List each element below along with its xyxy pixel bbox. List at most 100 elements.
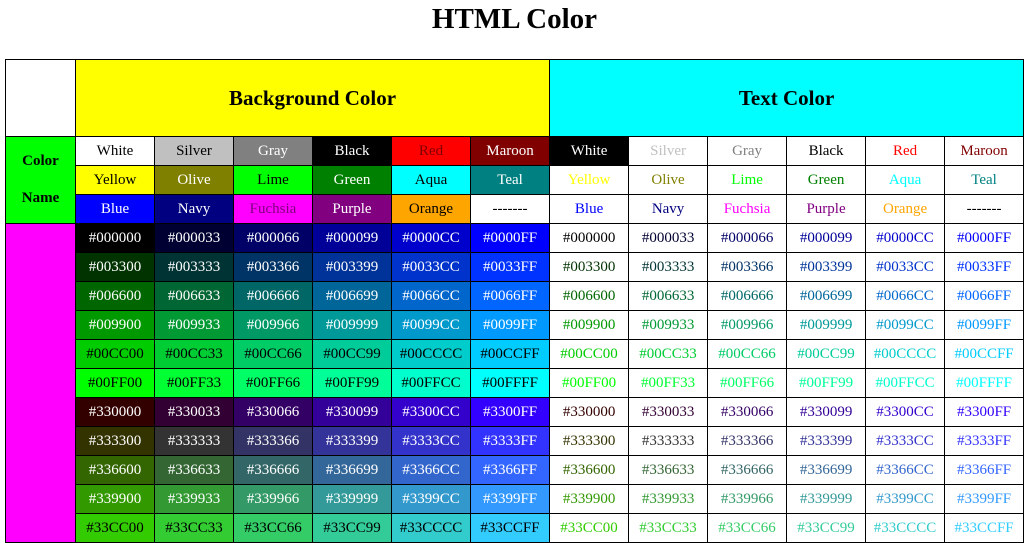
text-hex-color-cell: #00CC99 <box>786 339 867 369</box>
bg-hex-color-cell: #00CC00 <box>75 339 155 369</box>
bg-hex-color-cell: #0033FF <box>469 252 551 282</box>
text-hex-color-cell: #333366 <box>707 426 788 456</box>
text-hex-color-cell: #330066 <box>707 397 788 427</box>
text-hex-color-cell: #33CC00 <box>549 513 630 543</box>
bg-hex-color-cell: #00FFFF <box>469 368 551 398</box>
bg-named-color-cell: ------- <box>469 194 551 224</box>
text-named-color-cell: Orange <box>865 194 946 224</box>
text-named-color-cell: Yellow <box>549 165 630 195</box>
bg-hex-color-cell: #336600 <box>75 455 155 485</box>
bg-hex-color-cell: #006666 <box>233 281 313 311</box>
bg-hex-color-cell: #000033 <box>154 223 234 253</box>
text-hex-color-cell: #33CC33 <box>628 513 709 543</box>
text-named-color-cell: ------- <box>944 194 1025 224</box>
color-name-label: Color Name <box>5 136 76 224</box>
bg-named-color-cell: Black <box>312 136 392 166</box>
text-named-color-cell: Aqua <box>865 165 946 195</box>
text-hex-color-cell: #009999 <box>786 310 867 340</box>
background-color-header: Background Color <box>74 59 551 137</box>
bg-hex-color-cell: #330066 <box>233 397 313 427</box>
text-hex-color-cell: #33CC99 <box>786 513 867 543</box>
hex-color-row: #330000 #330033 #330066 #330099 #3300CC #3300… <box>6 397 1025 427</box>
text-hex-color-cell: #339933 <box>628 484 709 514</box>
bg-hex-color-cell: #009933 <box>154 310 234 340</box>
text-named-color-cell: Black <box>786 136 867 166</box>
text-named-color-cell: Fuchsia <box>707 194 788 224</box>
text-hex-color-cell: #0099FF <box>944 310 1025 340</box>
text-hex-color-cell: #33CCFF <box>944 513 1025 543</box>
text-hex-color-cell: #330033 <box>628 397 709 427</box>
text-hex-color-cell: #0033CC <box>865 252 946 282</box>
text-hex-color-cell: #336600 <box>549 455 630 485</box>
bg-named-color-cell: Olive <box>154 165 234 195</box>
text-named-color-cell: Maroon <box>944 136 1025 166</box>
named-color-row: Blue Navy Fuchsia Purple Orange ------- Blue Na… <box>6 194 1025 224</box>
text-hex-color-cell: #00CC66 <box>707 339 788 369</box>
bg-hex-color-cell: #33CC66 <box>233 513 313 543</box>
bg-named-color-cell: Fuchsia <box>233 194 313 224</box>
bg-hex-color-cell: #336666 <box>233 455 313 485</box>
bg-named-color-cell: Orange <box>391 194 471 224</box>
bg-named-color-cell: Maroon <box>469 136 551 166</box>
bg-hex-color-cell: #00FFCC <box>391 368 471 398</box>
text-hex-color-cell: #00FFFF <box>944 368 1025 398</box>
bg-hex-color-cell: #009999 <box>312 310 392 340</box>
color-name-label-line2: Name <box>21 190 60 206</box>
text-hex-color-cell: #330000 <box>549 397 630 427</box>
hex-color-row: #336600 #336633 #336666 #336699 #3366CC #3366… <box>6 455 1025 485</box>
bg-hex-color-cell: #33CCFF <box>469 513 551 543</box>
bg-hex-color-cell: #00CCFF <box>469 339 551 369</box>
text-named-color-cell: Gray <box>707 136 788 166</box>
bg-hex-color-cell: #00CCCC <box>391 339 471 369</box>
bg-hex-color-cell: #339966 <box>233 484 313 514</box>
text-hex-color-cell: #009900 <box>549 310 630 340</box>
bg-hex-color-cell: #0099CC <box>391 310 471 340</box>
text-hex-color-cell: #00CC33 <box>628 339 709 369</box>
text-hex-color-cell: #333399 <box>786 426 867 456</box>
bg-hex-color-cell: #333333 <box>154 426 234 456</box>
side-color-block <box>5 223 76 543</box>
text-hex-color-cell: #003366 <box>707 252 788 282</box>
text-named-color-cell: Lime <box>707 165 788 195</box>
text-hex-color-cell: #003399 <box>786 252 867 282</box>
hex-color-row: #00FF00 #00FF33 #00FF66 #00FF99 #00FFCC #00FF… <box>6 368 1025 398</box>
text-named-color-cell: Teal <box>944 165 1025 195</box>
bg-hex-color-cell: #3366CC <box>391 455 471 485</box>
bg-hex-color-cell: #333300 <box>75 426 155 456</box>
bg-hex-color-cell: #339933 <box>154 484 234 514</box>
bg-named-color-cell: Aqua <box>391 165 471 195</box>
bg-hex-color-cell: #33CC33 <box>154 513 234 543</box>
bg-hex-color-cell: #330033 <box>154 397 234 427</box>
hex-color-row: #33CC00 #33CC33 #33CC66 #33CC99 #33CCCC #33CC… <box>6 513 1025 543</box>
text-hex-color-cell: #00CC00 <box>549 339 630 369</box>
hex-color-row: #003300 #003333 #003366 #003399 #0033CC #0033… <box>6 252 1025 282</box>
hex-color-row: #333300 #333333 #333366 #333399 #3333CC #3333… <box>6 426 1025 456</box>
bg-hex-color-cell: #339900 <box>75 484 155 514</box>
page-title: HTML Color <box>431 3 598 35</box>
text-hex-color-cell: #3399FF <box>944 484 1025 514</box>
color-name-label-line1: Color <box>22 153 59 169</box>
bg-hex-color-cell: #336699 <box>312 455 392 485</box>
bg-hex-color-cell: #33CCCC <box>391 513 471 543</box>
text-named-color-cell: Red <box>865 136 946 166</box>
text-hex-color-cell: #00FF00 <box>549 368 630 398</box>
text-hex-color-cell: #3399CC <box>865 484 946 514</box>
bg-named-color-cell: Silver <box>154 136 234 166</box>
named-color-row: Color Name White Silver Gray Black Red Maroon Wh… <box>5 136 1025 224</box>
bg-named-color-cell: Lime <box>233 165 313 195</box>
text-hex-color-cell: #009966 <box>707 310 788 340</box>
text-hex-color-cell: #333300 <box>549 426 630 456</box>
text-hex-color-cell: #33CCCC <box>865 513 946 543</box>
text-hex-color-cell: #00FF99 <box>786 368 867 398</box>
bg-hex-color-cell: #000000 <box>75 223 155 253</box>
text-hex-color-cell: #009933 <box>628 310 709 340</box>
bg-named-color-cell: Gray <box>233 136 313 166</box>
text-hex-color-cell: #003300 <box>549 252 630 282</box>
bg-hex-color-cell: #333399 <box>312 426 392 456</box>
text-named-color-cell: Silver <box>628 136 709 166</box>
bg-hex-color-cell: #006600 <box>75 281 155 311</box>
text-hex-color-cell: #000066 <box>707 223 788 253</box>
text-hex-color-cell: #3300FF <box>944 397 1025 427</box>
bg-hex-color-cell: #339999 <box>312 484 392 514</box>
bg-hex-color-cell: #0000CC <box>391 223 471 253</box>
